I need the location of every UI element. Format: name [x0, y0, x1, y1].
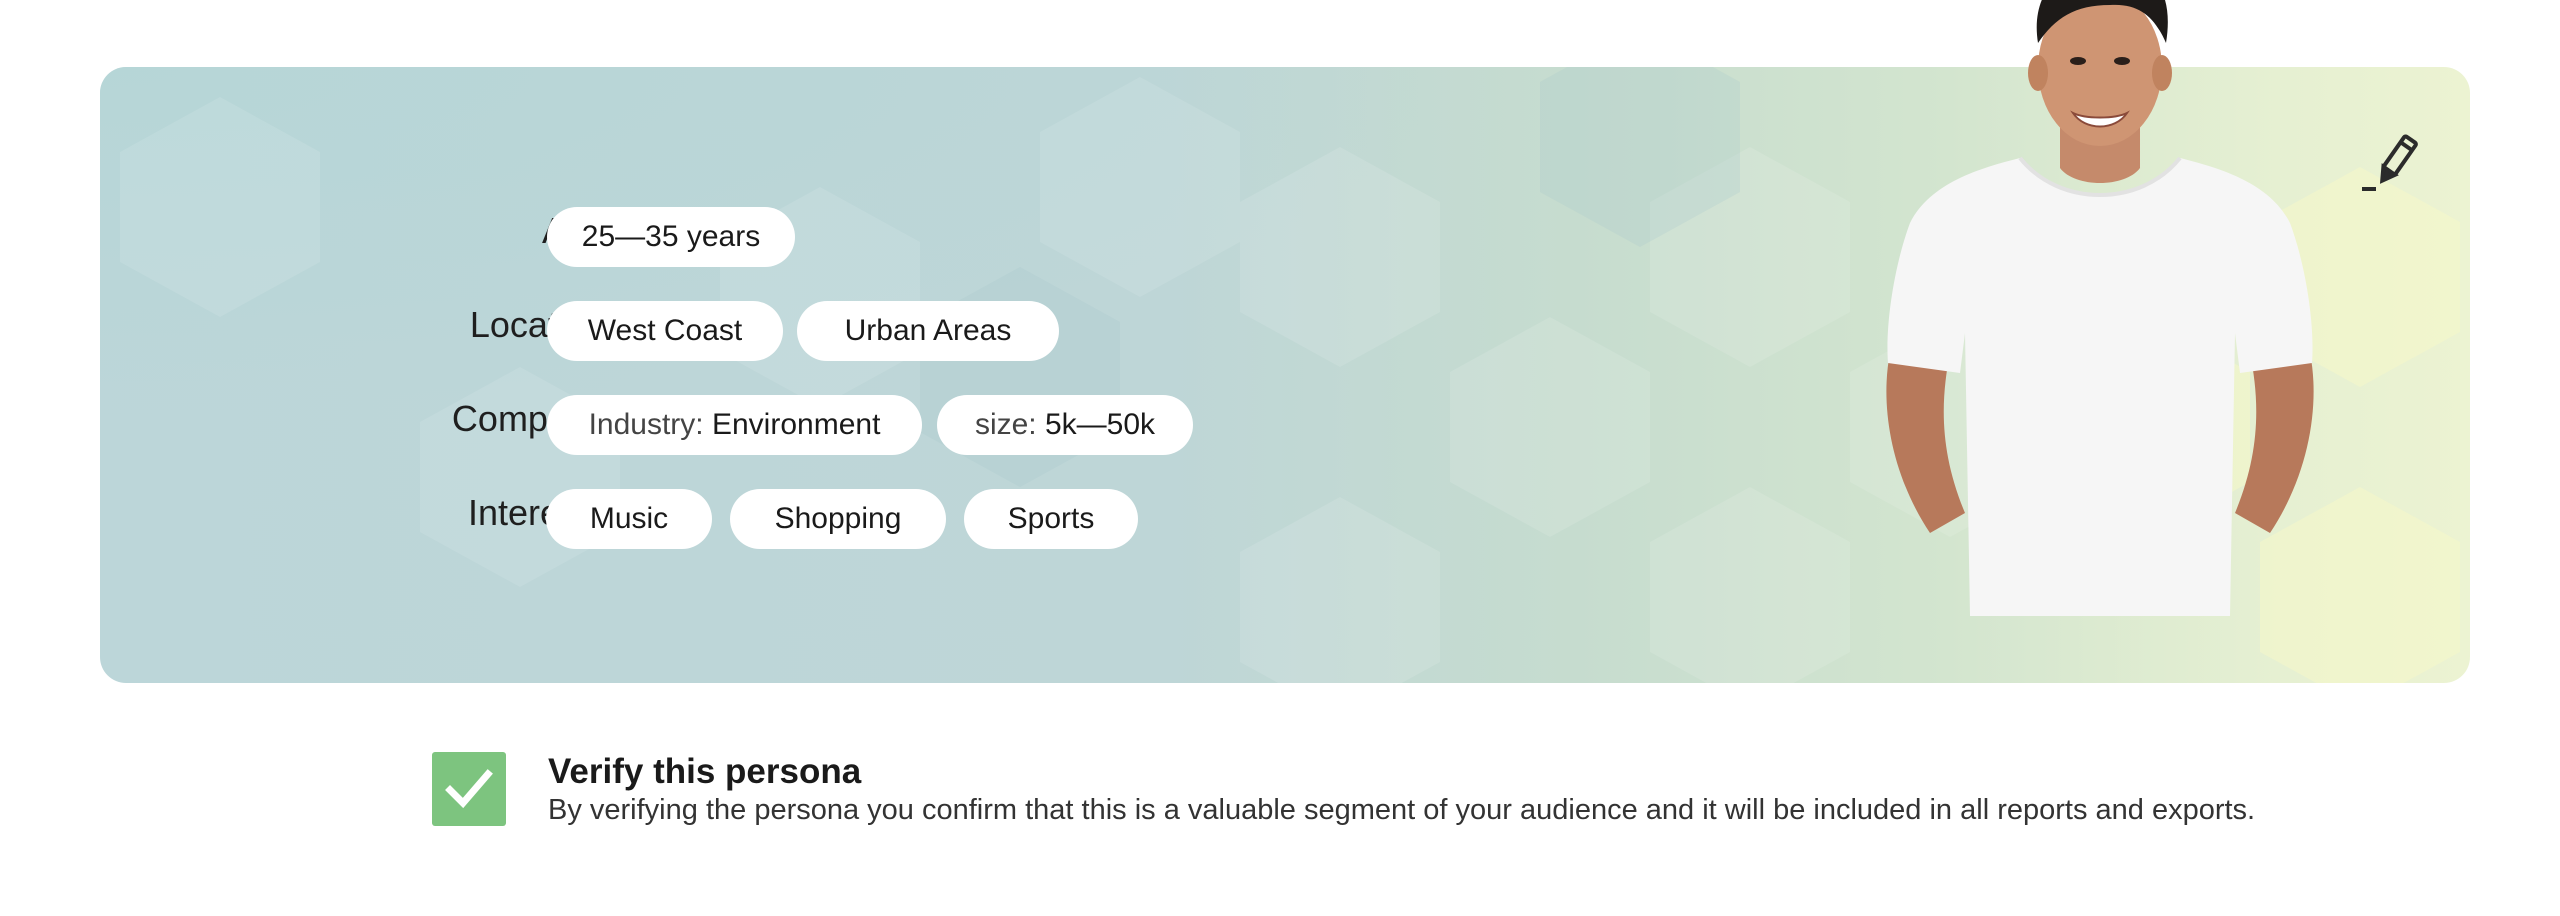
checkmark-icon — [445, 769, 493, 809]
age-value: 25—35 years — [581, 220, 761, 253]
interest-value: Sports — [1007, 502, 1095, 535]
pencil-edit-icon[interactable] — [2358, 129, 2428, 199]
interest-pill-shopping[interactable]: Shopping — [730, 489, 946, 549]
verify-title: Verify this persona — [548, 752, 862, 791]
company-size-pill[interactable]: size: 5k—50k — [937, 395, 1193, 455]
verify-checkbox[interactable] — [432, 752, 506, 826]
size-prefix: size: — [974, 408, 1037, 441]
company-industry-pill[interactable]: Industry: Environment — [547, 395, 922, 455]
industry-value: Environment — [711, 408, 881, 441]
persona-photo — [1886, 0, 2314, 616]
interest-value: Music — [589, 502, 669, 535]
age-pill[interactable]: 25—35 years — [547, 207, 795, 267]
location-value: West Coast — [587, 314, 743, 347]
verify-persona-section: Verify this persona By verifying the per… — [432, 752, 2532, 852]
location-pill-urban-areas[interactable]: Urban Areas — [797, 301, 1059, 361]
row-labels: Age: Location: Company: Interests: — [260, 67, 616, 683]
interest-pill-music[interactable]: Music — [546, 489, 712, 549]
industry-prefix: Industry: — [588, 408, 704, 441]
size-value: 5k—50k — [1044, 408, 1156, 441]
interest-value: Shopping — [774, 502, 902, 535]
verify-description: By verifying the persona you confirm tha… — [548, 794, 2256, 826]
interest-pill-sports[interactable]: Sports — [964, 489, 1138, 549]
location-value: Urban Areas — [844, 314, 1012, 347]
location-pill-west-coast[interactable]: West Coast — [547, 301, 783, 361]
